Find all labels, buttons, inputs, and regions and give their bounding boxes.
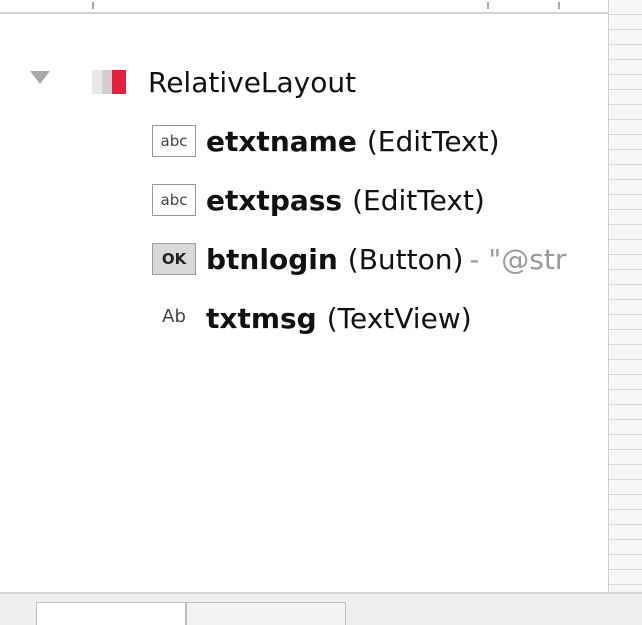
right-panel-edge: [608, 0, 642, 592]
node-id: etxtname: [206, 124, 357, 158]
tree-node-relativelayout[interactable]: RelativeLayout: [92, 60, 356, 104]
edittext-icon: abc: [152, 125, 196, 157]
tab-active[interactable]: [36, 602, 186, 625]
node-id: txtmsg: [206, 301, 317, 335]
node-text-preview: - "@str: [469, 242, 567, 276]
button-icon: OK: [152, 243, 196, 275]
bottom-tab-bar: [0, 592, 642, 625]
tree-node-etxtname[interactable]: abc etxtname (EditText): [152, 119, 500, 163]
node-type: (EditText): [352, 183, 485, 217]
tree-node-etxtpass[interactable]: abc etxtpass (EditText): [152, 178, 485, 222]
outline-tree-panel: RelativeLayout abc etxtname (EditText) a…: [0, 14, 608, 588]
relative-layout-icon: [92, 70, 130, 94]
node-type: (Button): [347, 242, 464, 276]
textview-icon: Ab: [162, 306, 186, 327]
edittext-icon: abc: [152, 184, 196, 216]
node-type: (TextView): [326, 301, 472, 335]
expand-collapse-triangle-icon[interactable]: [30, 71, 50, 84]
tree-node-txtmsg[interactable]: Ab txtmsg (TextView): [152, 296, 472, 340]
header-divider: [558, 2, 560, 9]
node-id: btnlogin: [206, 242, 338, 276]
header-divider: [487, 2, 489, 9]
node-id: etxtpass: [206, 183, 343, 217]
tree-node-btnlogin[interactable]: OK btnlogin (Button) - "@str: [152, 237, 566, 281]
tab-inactive[interactable]: [186, 602, 346, 625]
node-type: (EditText): [366, 124, 500, 158]
tree-node-label: RelativeLayout: [148, 65, 357, 99]
outline-header-strip: [0, 0, 608, 14]
header-divider: [92, 2, 94, 9]
